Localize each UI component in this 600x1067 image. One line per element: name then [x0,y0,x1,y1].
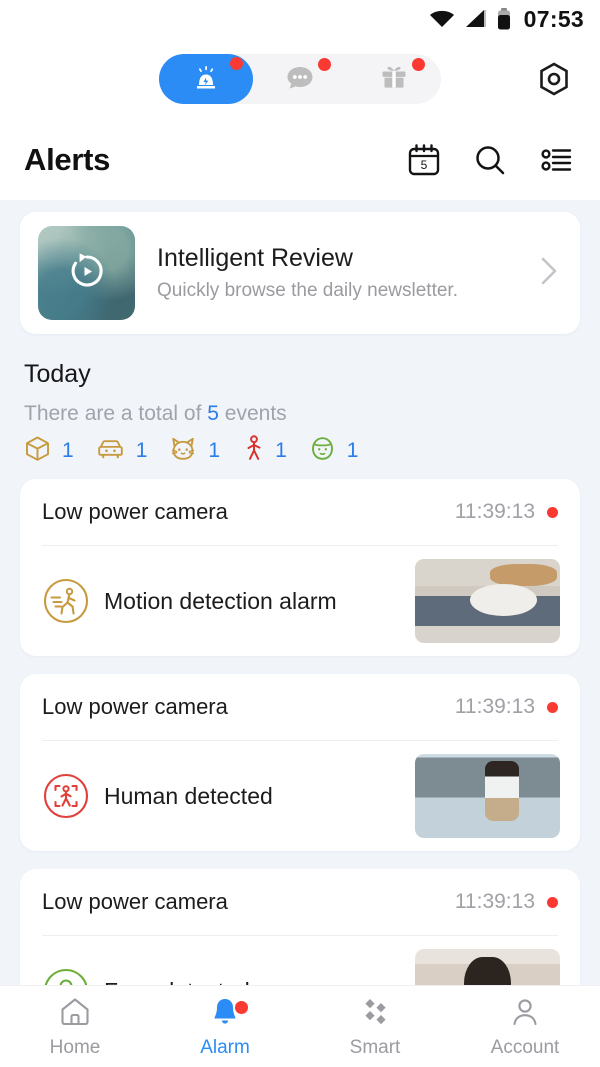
main-scroll-area[interactable]: Intelligent Review Quickly browse the da… [0,200,600,985]
status-bar: 07:53 [0,0,600,38]
today-total-suffix: events [218,402,287,425]
motion-detection-icon [42,577,90,625]
human-detected-icon [42,772,90,820]
alert-time: 11:39:13 [454,890,535,913]
home-icon [58,995,92,1034]
review-text: Intelligent Review Quickly browse the da… [157,244,458,302]
segment-gifts[interactable] [347,54,441,104]
chat-bubble-icon [284,61,316,98]
nav-alarm-badge [235,1001,248,1014]
alert-body[interactable]: Face detected [20,936,580,985]
segment-messages[interactable] [253,54,347,104]
alert-device-name: Low power camera [42,499,228,524]
segment-gifts-badge [412,58,425,71]
alert-body[interactable]: Human detected [20,741,580,851]
status-time: 07:53 [523,5,584,32]
face-icon [309,435,336,467]
nav-label-smart: Smart [349,1036,401,1058]
page-title: Alerts [24,142,111,177]
nav-item-account[interactable]: Account [450,986,600,1067]
alert-time: 11:39:13 [454,695,535,718]
today-total: There are a total of 5 events [24,402,576,426]
alert-device-name: Low power camera [42,694,228,719]
face-detected-icon [42,967,90,985]
nav-label-home: Home [49,1036,101,1058]
alert-card[interactable]: Low power camera 11:39:13 Face detected [20,869,580,985]
nav-label-account: Account [490,1036,560,1058]
category-motion-count: 1 [275,439,287,462]
hexagon-settings-icon[interactable] [534,59,574,99]
segment-messages-badge [318,58,331,71]
top-tab-bar [0,38,600,120]
alert-thumbnail[interactable] [415,754,560,838]
wifi-icon [429,9,455,29]
alert-meta: 11:39:13 [455,695,558,719]
segmented-control [159,54,441,104]
alert-meta: 11:39:13 [455,890,558,914]
car-icon [96,435,125,467]
nav-label-alarm: Alarm [200,1036,250,1058]
alert-header: Low power camera 11:39:13 [20,869,580,935]
replay-play-icon [61,245,113,302]
alert-unread-dot [547,896,558,908]
today-total-count: 5 [207,402,219,425]
review-thumbnail [38,226,135,320]
person-walking-icon [242,435,264,467]
category-vehicle-count: 1 [135,439,148,462]
chevron-right-icon [536,254,562,293]
intelligent-review-card[interactable]: Intelligent Review Quickly browse the da… [20,212,580,334]
today-section: Today There are a total of 5 events 1 1 … [0,334,600,467]
category-pet[interactable]: 1 [169,435,220,467]
nav-item-home[interactable]: Home [0,986,150,1067]
alert-thumbnail[interactable] [415,949,560,985]
alert-unread-dot [547,701,558,713]
category-face[interactable]: 1 [309,435,359,467]
alert-card[interactable]: Low power camera 11:39:13 [20,674,580,851]
signal-icon [464,9,488,29]
bottom-navigation: Home Alarm Smart Account [0,985,600,1067]
alert-list: Low power camera 11:39:13 Motion detecti… [0,467,600,985]
diamonds-icon [358,995,392,1034]
today-heading: Today [24,360,91,388]
alert-unread-dot [547,506,558,518]
alert-event-label: Motion detection alarm [104,587,337,614]
review-subtitle: Quickly browse the daily newsletter. [157,280,458,301]
nav-item-alarm[interactable]: Alarm [150,986,300,1067]
battery-icon [497,8,511,30]
alert-thumbnail[interactable] [415,559,560,643]
category-motion[interactable]: 1 [242,435,287,467]
today-total-prefix: There are a total of [24,402,208,425]
gift-icon [378,61,410,98]
review-title: Intelligent Review [157,244,353,272]
category-package[interactable]: 1 [24,435,74,467]
alert-event-label: Face detected [104,978,250,986]
alert-device-name: Low power camera [42,889,228,914]
search-icon[interactable] [472,142,508,178]
header-actions: 5 [406,142,574,178]
nav-item-smart[interactable]: Smart [300,986,450,1067]
segment-alarm-badge [230,57,243,70]
category-package-count: 1 [62,439,74,462]
alert-header: Low power camera 11:39:13 [20,479,580,545]
siren-icon [190,61,222,98]
calendar-day: 5 [421,158,428,172]
alert-event-label: Human detected [104,782,273,809]
alert-header: Low power camera 11:39:13 [20,674,580,740]
alert-time: 11:39:13 [454,500,535,523]
category-pet-count: 1 [208,439,221,462]
page-header: Alerts 5 [0,120,600,200]
person-icon [508,995,542,1034]
alert-card[interactable]: Low power camera 11:39:13 [20,479,580,656]
category-face-count: 1 [346,439,359,462]
segment-alarm[interactable] [159,54,253,104]
filter-list-icon[interactable] [538,142,574,178]
alert-meta: 11:39:13 [455,500,558,524]
bell-icon [208,995,242,1034]
alert-body[interactable]: Motion detection alarm [20,546,580,656]
calendar-icon[interactable]: 5 [406,142,442,178]
category-counts: 1 1 1 1 1 [24,435,576,467]
package-icon [24,435,51,467]
cat-icon [169,435,197,467]
category-vehicle[interactable]: 1 [96,435,148,467]
